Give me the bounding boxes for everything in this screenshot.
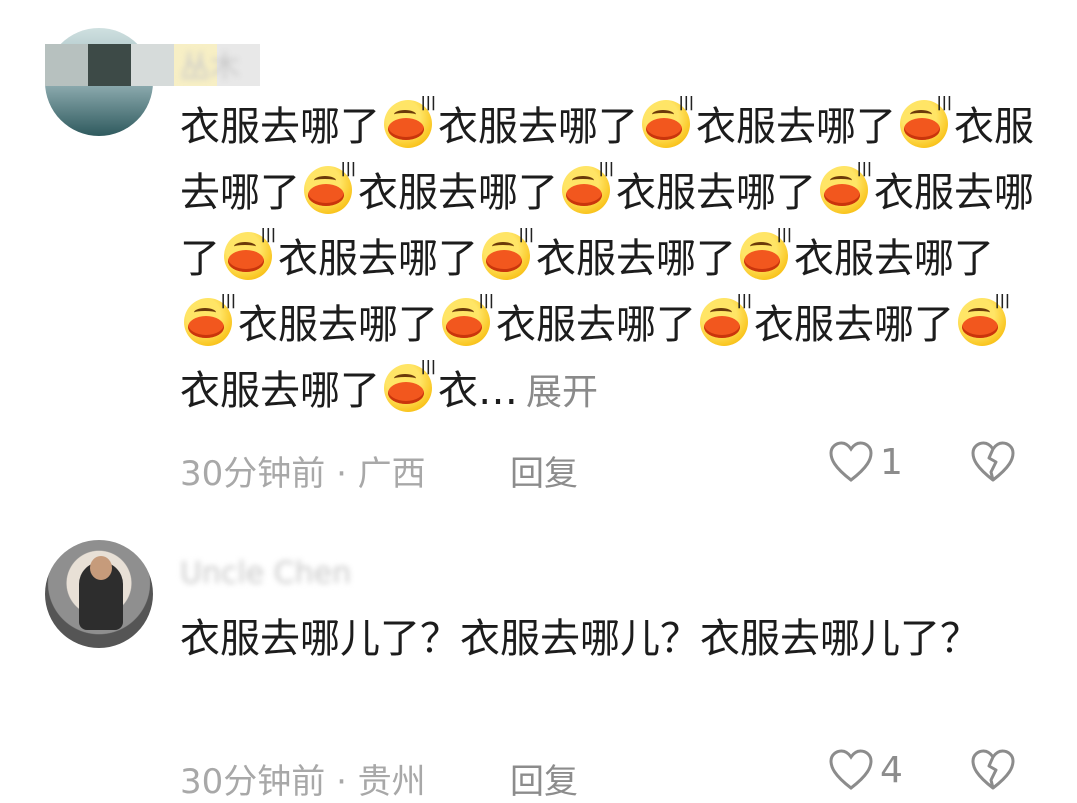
comment-text-segment: 衣服去哪了	[238, 302, 438, 348]
comment-text: 衣服去哪了 ||| 衣服去哪了 ||| 衣服去哪了 ||| 衣服去哪了 ||| 衣服去哪了 |||…	[180, 94, 1040, 426]
lip-kiss-emoji: |||	[640, 96, 694, 150]
like-count: 1	[880, 441, 903, 483]
comment-text-truncated: 衣…	[438, 368, 518, 414]
lip-kiss-emoji: |||	[560, 162, 614, 216]
comment-text-segment: 衣服去哪了	[696, 104, 896, 150]
username[interactable]: Uncle Chen	[180, 556, 351, 591]
heart-icon	[828, 440, 874, 484]
broken-heart-button[interactable]	[970, 440, 1016, 484]
time-location: 30分钟前 · 贵州	[180, 762, 426, 802]
comment-text-segment: 衣服去哪了	[794, 236, 994, 282]
expand-link[interactable]: 展开	[526, 372, 598, 413]
comment-text-segment: 衣服去哪了	[616, 170, 816, 216]
lip-kiss-emoji: |||	[382, 360, 436, 414]
lip-kiss-emoji: |||	[382, 96, 436, 150]
heart-icon	[828, 748, 874, 792]
lip-kiss-emoji: |||	[698, 294, 752, 348]
lip-kiss-emoji: |||	[302, 162, 356, 216]
lip-kiss-emoji: |||	[182, 294, 236, 348]
lip-kiss-emoji: |||	[480, 228, 534, 282]
username[interactable]: 丛木	[180, 42, 240, 86]
lip-kiss-emoji: |||	[738, 228, 792, 282]
broken-heart-icon	[971, 749, 1015, 790]
comment-text-segment: 衣服去哪了	[496, 302, 696, 348]
like-count: 4	[880, 749, 903, 791]
reply-button[interactable]: 回复	[510, 446, 578, 495]
lip-kiss-emoji: |||	[818, 162, 872, 216]
comment-text-segment: 衣服去哪了	[536, 236, 736, 282]
lip-kiss-emoji: |||	[898, 96, 952, 150]
comment-text-segment: 衣服去哪了	[438, 104, 638, 150]
comment-text-segment: 衣服去哪了	[358, 170, 558, 216]
comment-text-segment: 衣服去哪了	[180, 104, 380, 150]
like-button[interactable]: 1	[828, 440, 903, 484]
lip-kiss-emoji: |||	[440, 294, 494, 348]
lip-kiss-emoji: |||	[956, 294, 1010, 348]
like-button[interactable]: 4	[828, 748, 903, 792]
reply-button[interactable]: 回复	[510, 754, 578, 803]
comment-text-segment: 衣服去哪了	[278, 236, 478, 282]
comment-text-segment: 衣服去哪了	[754, 302, 954, 348]
time-location: 30分钟前 · 广西	[180, 454, 426, 494]
comment-meta: 30分钟前 · 贵州 回复 4	[180, 748, 1040, 803]
comment-text: 衣服去哪儿了？衣服去哪儿？衣服去哪儿了？	[180, 616, 980, 662]
comment-text-segment: 衣服去哪了	[180, 368, 380, 414]
broken-heart-button[interactable]	[970, 748, 1016, 792]
broken-heart-icon	[971, 441, 1015, 482]
comment-meta: 30分钟前 · 广西 回复 1	[180, 440, 1040, 495]
avatar[interactable]	[45, 540, 153, 648]
lip-kiss-emoji: |||	[222, 228, 276, 282]
